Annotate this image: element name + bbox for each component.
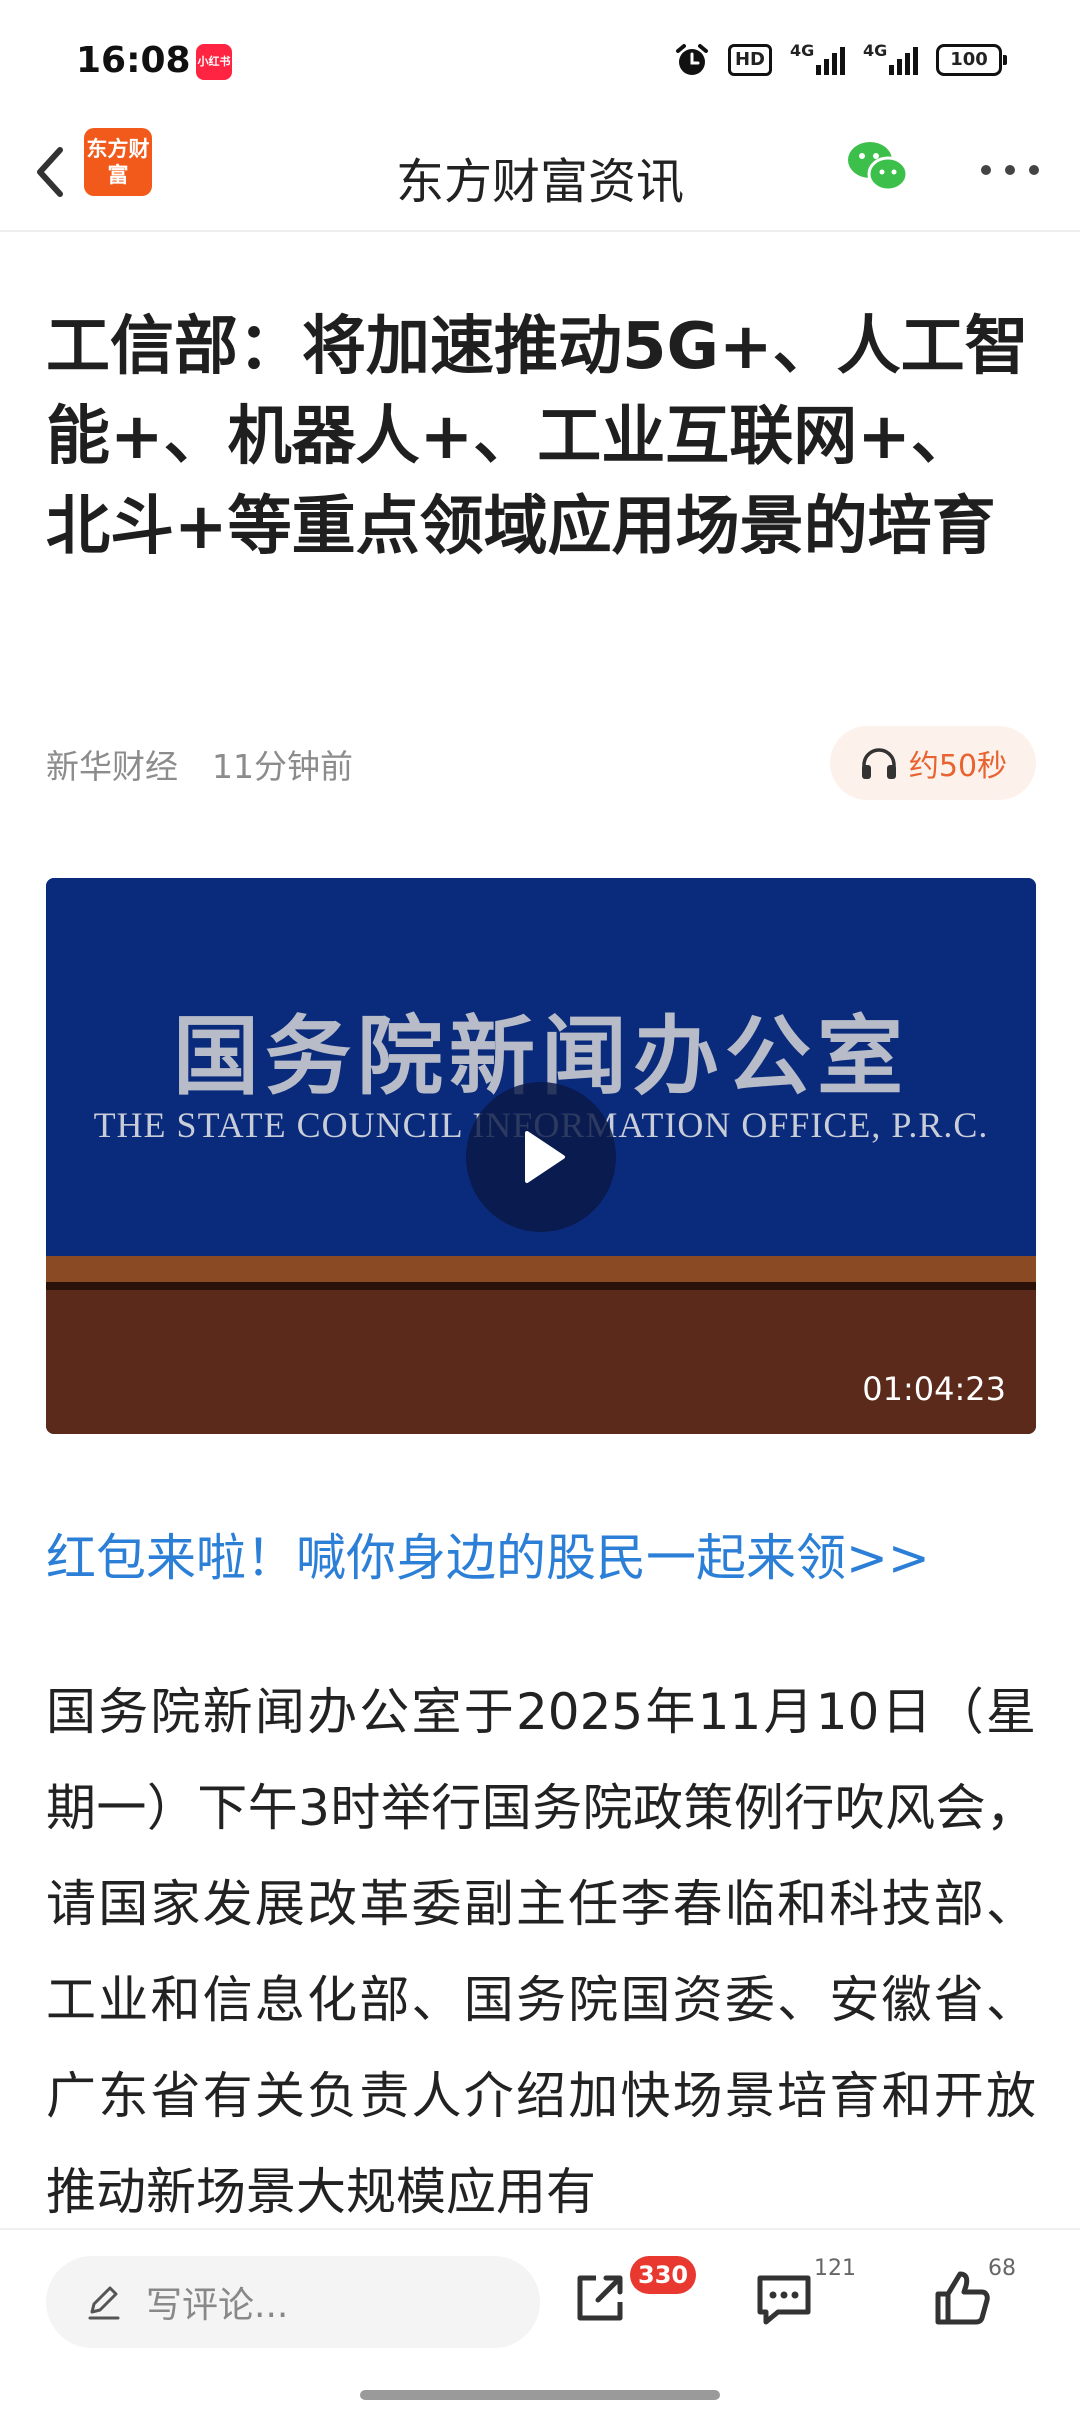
- listen-button[interactable]: 约50秒: [830, 726, 1036, 800]
- article-meta: 新华财经 11分钟前: [46, 740, 353, 788]
- home-indicator[interactable]: [360, 2390, 720, 2400]
- pencil-icon: [88, 2286, 120, 2320]
- battery-icon: 100: [936, 44, 1007, 76]
- comments-button[interactable]: [752, 2266, 822, 2336]
- nav-title: 东方财富资讯: [395, 154, 684, 210]
- more-button[interactable]: [970, 150, 1050, 190]
- share-count-badge: 330: [630, 2256, 697, 2294]
- signal-label: 4G: [790, 41, 815, 60]
- comment-input[interactable]: 写评论...: [46, 2256, 540, 2348]
- article-time: 11分钟前: [212, 747, 353, 786]
- share-button[interactable]: [568, 2266, 638, 2336]
- comment-count: 121: [814, 2256, 856, 2281]
- play-icon: [525, 1131, 565, 1183]
- more-icon: [981, 165, 991, 175]
- listen-duration: 约50秒: [908, 749, 1008, 784]
- podium-stripe: [46, 1256, 1036, 1282]
- video-duration: 01:04:23: [862, 1370, 1006, 1408]
- notification-app-icon: 小红书: [196, 44, 232, 80]
- comment-icon: [757, 2275, 811, 2325]
- signal-icon-2: 4G: [863, 41, 918, 75]
- signal-icon: 4G: [790, 41, 845, 75]
- play-button[interactable]: [466, 1082, 616, 1232]
- podium-line: [46, 1282, 1036, 1290]
- bottom-action-bar: 写评论... 330 121 68: [0, 2228, 1080, 2412]
- thumbs-up-icon: [935, 2271, 990, 2325]
- status-bar: 16:08 小红书 HD 4G 4G 100: [0, 0, 1080, 120]
- hd-voice-icon: HD: [727, 44, 772, 76]
- status-time: 16:08: [76, 40, 191, 81]
- comment-placeholder: 写评论...: [146, 2285, 289, 2326]
- video-player[interactable]: 国务院新闻办公室 THE STATE COUNCIL INFORMATION O…: [46, 878, 1036, 1434]
- status-icons: HD 4G 4G 100: [674, 40, 1007, 80]
- article-source: 新华财经: [46, 747, 178, 786]
- article-body: 国务院新闻办公室于2025年11月10日（星期一）下午3时举行国务院政策例行吹风…: [46, 1683, 1036, 2221]
- like-count: 68: [988, 2256, 1016, 2281]
- alarm-icon: [674, 42, 710, 78]
- nav-bar: 东方财富 东方财富资讯: [0, 120, 1080, 232]
- article-headline: 工信部：将加速推动5G+、人工智能+、机器人+、工业互联网+、北斗+等重点领域应…: [46, 310, 1029, 564]
- red-packet-link[interactable]: 红包来啦！喊你身边的股民一起来领>>: [46, 1518, 930, 1590]
- wechat-share-button[interactable]: [846, 136, 910, 196]
- signal-label-2: 4G: [863, 41, 888, 60]
- share-icon: [577, 2275, 623, 2321]
- wechat-icon: [848, 142, 909, 192]
- headphones-icon: [861, 748, 896, 779]
- podium: [46, 1290, 1036, 1434]
